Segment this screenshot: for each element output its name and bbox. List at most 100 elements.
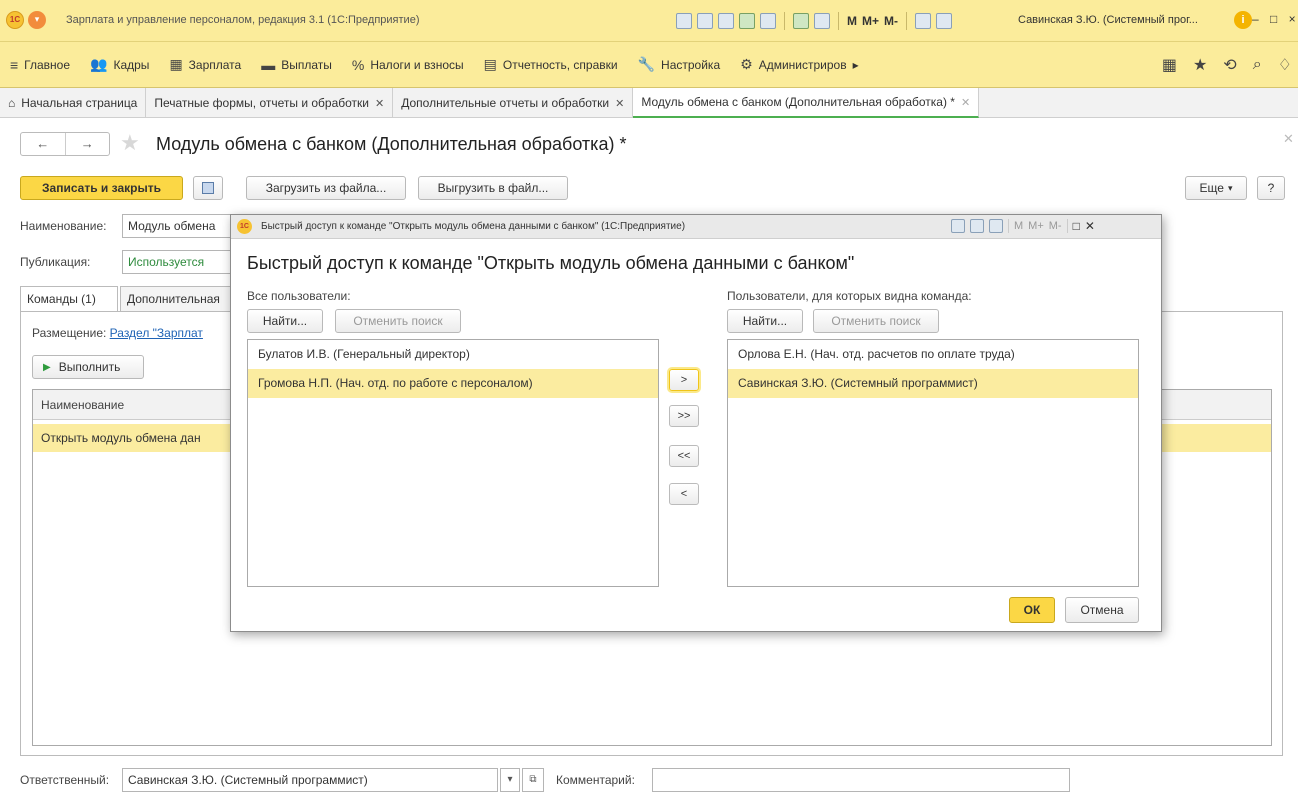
export-to-file-button[interactable]: Выгрузить в файл... [418, 176, 568, 200]
menu-main[interactable]: ≡ Главное [10, 57, 70, 73]
calculator-icon[interactable] [793, 13, 809, 29]
form-close-icon[interactable]: ✕ [1283, 131, 1294, 147]
menu-right-tools: ▦ ★ ⟲ ⌕ ♢ [1162, 42, 1292, 88]
find-right-button[interactable]: Найти... [727, 309, 803, 333]
menu-reports[interactable]: ▤ Отчетность, справки [484, 56, 618, 73]
forward-arrow-icon[interactable]: → [66, 133, 110, 155]
main-menu-dropdown-icon[interactable]: ▾ [28, 11, 46, 29]
form-title: Модуль обмена с банком (Дополнительная о… [156, 134, 627, 154]
search-icon[interactable]: ⌕ [1253, 56, 1262, 74]
cancel-button[interactable]: Отмена [1065, 597, 1139, 623]
publication-label: Публикация: [20, 255, 91, 269]
window-controls[interactable]: – □ × [1252, 12, 1298, 26]
menu-salary[interactable]: ▦ Зарплата [169, 56, 241, 73]
memory-plus-button[interactable]: M+ [862, 14, 879, 28]
help-button[interactable]: ? [1257, 176, 1285, 200]
menu-administration[interactable]: ⚙ Администриров ▸ [740, 56, 858, 73]
cancel-search-right-button[interactable]: Отменить поиск [813, 309, 939, 333]
app-titlebar: 1С ▾ Зарплата и управление персоналом, р… [0, 0, 1298, 42]
maximize-icon[interactable]: □ [1073, 219, 1080, 233]
run-button[interactable]: ▶ Выполнить [32, 355, 144, 379]
list-item[interactable]: Савинская З.Ю. (Системный программист) [728, 369, 1138, 398]
favorite-star-icon[interactable]: ★ [120, 130, 140, 156]
list-item[interactable]: Громова Н.П. (Нач. отд. по работе с перс… [248, 369, 658, 398]
move-left-button[interactable]: < [669, 483, 699, 505]
chevron-down-icon: ▾ [1227, 182, 1233, 193]
tab-additional-info[interactable]: Дополнительная [120, 286, 232, 312]
apps-grid-icon[interactable]: ▦ [1162, 55, 1177, 75]
memory-button[interactable]: M [847, 14, 857, 28]
menu-payments[interactable]: ▬ Выплаты [261, 57, 332, 73]
move-all-right-button[interactable]: >> [669, 405, 699, 427]
people-icon: 👥 [90, 56, 108, 72]
wrench-icon: 🔧 [637, 56, 656, 72]
publication-select[interactable]: Используется [122, 250, 232, 274]
find-left-button[interactable]: Найти... [247, 309, 323, 333]
move-all-left-button[interactable]: << [669, 445, 699, 467]
tab-additional-reports[interactable]: Дополнительные отчеты и обработки ✕ [393, 88, 634, 118]
cancel-search-left-button[interactable]: Отменить поиск [335, 309, 461, 333]
hamburger-icon: ≡ [10, 56, 19, 73]
close-icon[interactable]: ✕ [1085, 219, 1095, 233]
visible-users-list: Орлова Е.Н. (Нач. отд. расчетов по оплат… [727, 339, 1139, 587]
calculator-icon: ▦ [169, 56, 183, 72]
dialog-window-title: Быстрый доступ к команде "Открыть модуль… [261, 221, 686, 232]
app-title: Зарплата и управление персоналом, редакц… [66, 14, 420, 26]
close-icon[interactable]: ✕ [375, 97, 384, 110]
comment-field[interactable] [652, 768, 1070, 792]
app-logo-icon: 1С [237, 219, 252, 234]
scroll-right-icon[interactable]: ▸ [853, 58, 859, 72]
comment-label: Комментарий: [556, 773, 635, 787]
tab-print-forms[interactable]: Печатные формы, отчеты и обработки ✕ [146, 88, 394, 118]
memory-minus-button[interactable]: M- [884, 14, 898, 28]
name-label: Наименование: [20, 219, 107, 233]
tab-bank-exchange-module[interactable]: Модуль обмена с банком (Дополнительная о… [633, 88, 980, 118]
responsible-label: Ответственный: [20, 773, 110, 787]
calculator-icon[interactable] [970, 219, 984, 233]
all-users-label: Все пользователи: [247, 289, 351, 303]
placement-label: Размещение: Раздел "Зарплат [32, 326, 203, 340]
tab-home[interactable]: ⌂ Начальная страница [0, 88, 147, 118]
close-icon[interactable]: ✕ [961, 96, 970, 109]
move-right-button[interactable]: > [669, 369, 699, 391]
menu-personnel[interactable]: 👥 Кадры [90, 56, 149, 73]
info-icon[interactable]: i [1234, 11, 1252, 29]
tab-commands[interactable]: Команды (1) [20, 286, 118, 312]
zoom-icon[interactable] [915, 13, 932, 29]
calendar-icon[interactable] [814, 13, 830, 29]
print-icon[interactable] [697, 13, 713, 29]
save-icon-button[interactable] [193, 176, 223, 200]
menu-taxes[interactable]: % Налоги и взносы [352, 57, 464, 73]
memory-plus-button[interactable]: M+ [1028, 220, 1044, 232]
open-item-icon[interactable]: ⧉ [522, 768, 544, 792]
placement-link[interactable]: Раздел "Зарплат [110, 326, 203, 340]
mail-icon[interactable] [760, 13, 776, 29]
save-and-close-button[interactable]: Записать и закрыть [20, 176, 183, 200]
list-item[interactable]: Булатов И.В. (Генеральный директор) [248, 340, 658, 369]
titlebar-toolbar: M M+ M- [676, 10, 953, 32]
history-icon[interactable]: ⟲ [1223, 55, 1236, 75]
ok-button[interactable]: ОК [1009, 597, 1055, 623]
preview-icon[interactable] [718, 13, 734, 29]
load-from-file-button[interactable]: Загрузить из файла... [246, 176, 406, 200]
save-icon[interactable] [676, 13, 692, 29]
report-icon: ▤ [483, 56, 497, 72]
responsible-field[interactable]: Савинская З.Ю. (Системный программист) [122, 768, 498, 792]
menu-settings[interactable]: 🔧 Настройка [638, 56, 721, 73]
calendar-icon[interactable] [989, 219, 1003, 233]
memory-minus-button[interactable]: M- [1049, 220, 1062, 232]
bell-icon[interactable]: ♢ [1278, 55, 1292, 75]
panels-icon[interactable] [936, 13, 953, 29]
current-user[interactable]: Савинская З.Ю. (Системный прог... [1018, 14, 1198, 26]
link-icon[interactable] [951, 219, 965, 233]
list-item[interactable]: Орлова Е.Н. (Нач. отд. расчетов по оплат… [728, 340, 1138, 369]
dialog-toolbar: M M+ M- □ ✕ [951, 219, 1095, 233]
users-icon[interactable] [739, 13, 755, 29]
name-field[interactable]: Модуль обмена [122, 214, 232, 238]
more-button[interactable]: Еще ▾ [1185, 176, 1247, 200]
dropdown-chevron-icon[interactable]: ▾ [500, 768, 520, 792]
close-icon[interactable]: ✕ [615, 97, 624, 110]
back-arrow-icon[interactable]: ← [21, 133, 66, 155]
memory-button[interactable]: M [1014, 220, 1023, 232]
favorites-star-icon[interactable]: ★ [1193, 55, 1207, 75]
